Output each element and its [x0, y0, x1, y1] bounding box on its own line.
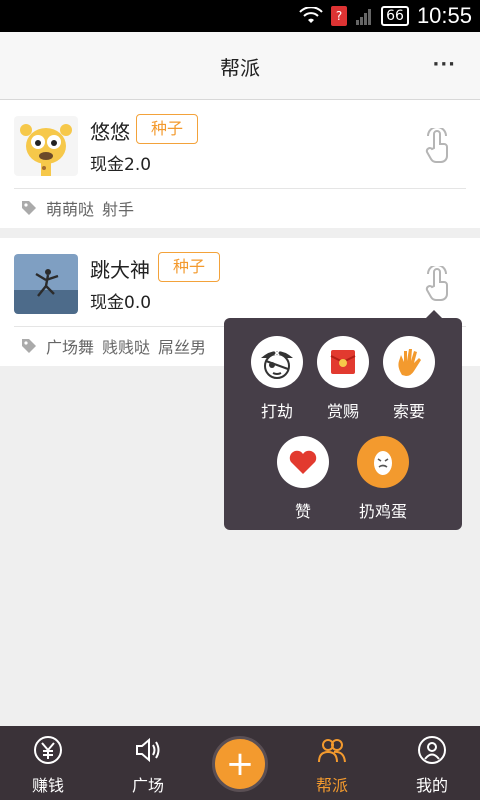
member-card[interactable]: 悠悠 种子 现金2.0 萌萌哒 射手: [0, 100, 480, 228]
signal-icon: [356, 9, 372, 25]
tab-label: 帮派: [315, 776, 348, 795]
more-options-button[interactable]: ···: [432, 54, 456, 75]
level-badge: 种子: [136, 114, 199, 144]
action-label: 赏赐: [326, 402, 359, 421]
group-icon: [318, 739, 346, 763]
tab-gang[interactable]: 帮派: [284, 726, 380, 800]
tag-list: 萌萌哒 射手: [20, 196, 134, 220]
tag-icon: [22, 339, 36, 353]
page-title: 帮派: [220, 56, 260, 80]
tag: 射手: [102, 200, 135, 219]
clock: 10:55: [416, 3, 472, 28]
tag: 贱贱哒: [102, 338, 151, 357]
popup-arrow: [426, 310, 442, 318]
action-popup: 打劫 赏赐 索要 赞 扔鸡蛋: [224, 310, 462, 530]
tag: 屌丝男: [158, 338, 207, 357]
sim-alert-icon: ?: [331, 6, 348, 26]
palm-icon: [383, 336, 435, 388]
egg-icon: [357, 436, 409, 488]
jumping-person-avatar-icon: [14, 254, 78, 314]
pirate-icon: [251, 336, 303, 388]
action-label: 赞: [294, 502, 311, 521]
reward-action[interactable]: 赏赐: [308, 336, 378, 422]
member-name: 跳大神: [90, 258, 150, 282]
action-label: 索要: [392, 402, 425, 421]
ask-action[interactable]: 索要: [374, 336, 444, 422]
status-bar: ? 66 10:55: [0, 0, 480, 32]
tag-list: 广场舞 贱贱哒 屌丝男: [20, 334, 206, 358]
tab-earn[interactable]: 赚钱: [0, 726, 96, 800]
tag-icon: [22, 201, 36, 215]
rob-action[interactable]: 打劫: [242, 336, 312, 422]
cash-value: 现金2.0: [90, 155, 152, 175]
red-envelope-icon: [317, 336, 369, 388]
throw-egg-action[interactable]: 扔鸡蛋: [348, 436, 418, 522]
app-header: 帮派 ···: [0, 32, 480, 100]
cash-value: 现金0.0: [90, 293, 152, 313]
yen-icon: [34, 736, 62, 764]
tab-square[interactable]: 广场: [100, 726, 196, 800]
tab-label: 我的: [415, 776, 448, 795]
tab-mine[interactable]: 我的: [384, 726, 480, 800]
divider: [14, 188, 466, 189]
level-badge: 种子: [158, 252, 221, 282]
heart-icon: [277, 436, 329, 488]
speaker-icon: [136, 737, 160, 763]
tag: 萌萌哒: [46, 200, 95, 219]
tab-label: 广场: [131, 776, 164, 795]
tag: 广场舞: [46, 338, 95, 357]
action-label: 扔鸡蛋: [358, 502, 407, 521]
tap-hand-icon[interactable]: [422, 266, 454, 302]
tab-label: 赚钱: [31, 776, 64, 795]
like-action[interactable]: 赞: [268, 436, 338, 522]
giraffe-avatar-icon: [14, 116, 78, 176]
member-name: 悠悠: [90, 120, 130, 144]
wifi-icon: [299, 7, 323, 23]
tap-hand-icon[interactable]: [422, 128, 454, 164]
avatar[interactable]: [14, 116, 78, 176]
add-button[interactable]: +: [212, 736, 268, 792]
avatar[interactable]: [14, 254, 78, 314]
profile-icon: [418, 736, 446, 764]
action-label: 打劫: [260, 402, 293, 421]
battery-indicator: 66: [381, 6, 409, 26]
